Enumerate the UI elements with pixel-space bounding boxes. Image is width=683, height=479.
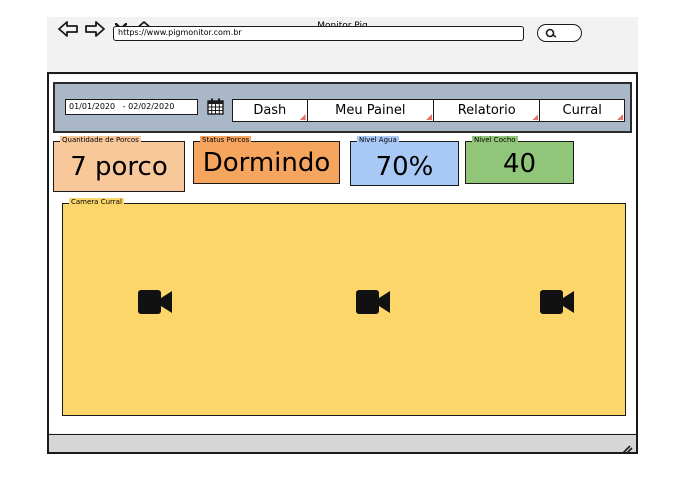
- search-icon: [545, 28, 557, 38]
- calendar-icon[interactable]: [207, 98, 224, 119]
- tab-marker: [617, 114, 623, 120]
- tab-marker: [532, 114, 539, 120]
- pig-status-card: Status Porcos Dormindo: [193, 136, 340, 184]
- water-level-card: Nivel Agua 70%: [350, 136, 459, 186]
- water-level-value: 70%: [375, 152, 434, 182]
- tab-label: Dash: [253, 103, 287, 118]
- tab-label: Curral: [562, 103, 602, 118]
- card-label: Quantidade de Porcos: [60, 136, 141, 145]
- tab-marker: [425, 114, 432, 120]
- forward-icon[interactable]: [84, 20, 106, 38]
- trough-level-card: Nivel Cocho 40: [465, 136, 574, 184]
- tab-label: Meu Painel: [335, 103, 406, 118]
- date-range-field[interactable]: 01/01/2020 - 02/02/2020: [65, 99, 198, 115]
- card-label: Status Porcos: [200, 136, 252, 145]
- camera-panel-label: Camera Curral: [69, 198, 124, 207]
- card-label: Nivel Cocho: [472, 136, 518, 145]
- tab-curral[interactable]: Curral: [540, 100, 624, 121]
- url-bar[interactable]: https://www.pigmonitor.com.br: [113, 26, 524, 41]
- status-bar: [49, 434, 636, 452]
- pig-status-value: Dormindo: [202, 148, 331, 178]
- tab-dash[interactable]: Dash: [233, 100, 308, 121]
- pig-count-card: Quantidade de Porcos 7 porco: [53, 136, 185, 192]
- back-icon[interactable]: [57, 20, 79, 38]
- tab-meu-painel[interactable]: Meu Painel: [308, 100, 434, 121]
- video-camera-icon[interactable]: [137, 289, 173, 319]
- card-label: Nivel Agua: [357, 136, 399, 145]
- tab-relatorio[interactable]: Relatorio: [434, 100, 541, 121]
- tab-marker: [299, 114, 306, 120]
- video-camera-icon[interactable]: [355, 289, 391, 319]
- resize-grip-icon[interactable]: [621, 439, 633, 458]
- pig-count-value: 7 porco: [70, 152, 168, 182]
- tab-bar: Dash Meu Painel Relatorio Curral: [232, 99, 625, 122]
- trough-level-value: 40: [502, 149, 537, 179]
- search-button[interactable]: [537, 24, 582, 42]
- video-camera-icon[interactable]: [539, 289, 575, 319]
- tab-label: Relatorio: [457, 103, 516, 118]
